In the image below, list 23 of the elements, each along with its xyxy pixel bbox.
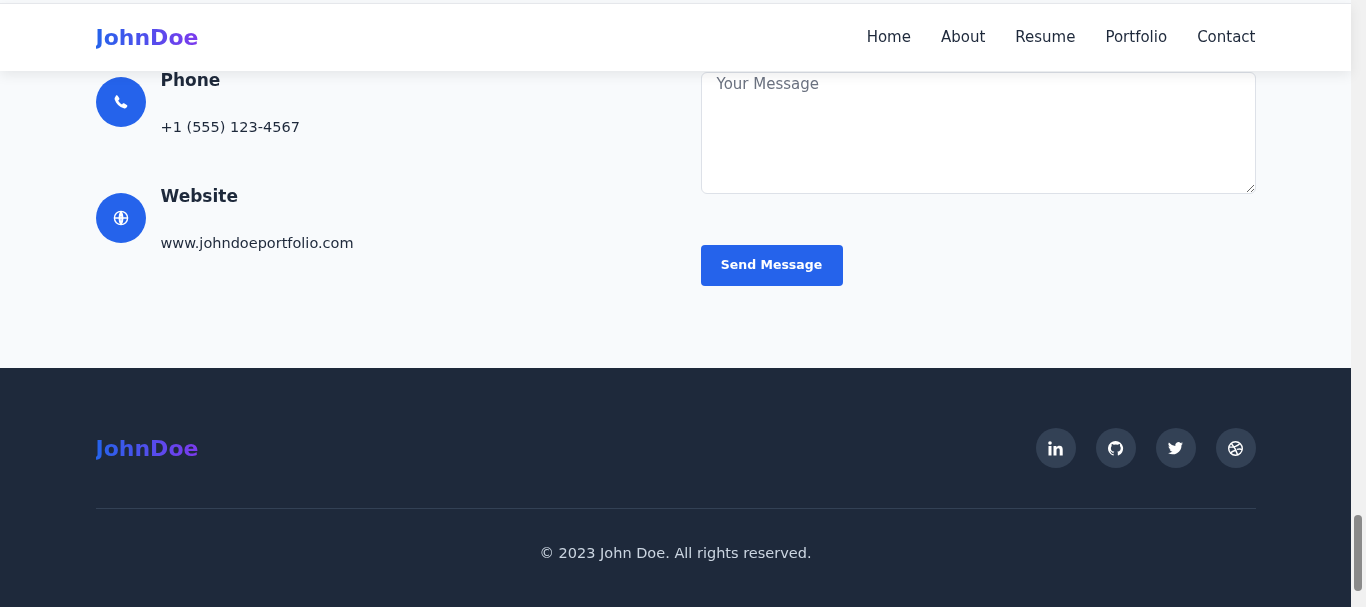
linkedin-icon: [1047, 439, 1064, 457]
nav-link[interactable]: Contact: [1197, 26, 1256, 49]
social-button[interactable]: [1215, 428, 1256, 468]
globe-icon: [111, 209, 130, 227]
github-icon: [1107, 439, 1124, 457]
contact-title: Phone: [160, 72, 222, 89]
copyright-text: © 2023 John Doe. All rights reserved.: [538, 544, 813, 563]
nav-link[interactable]: Resume: [1015, 26, 1076, 49]
contact-title: Website: [160, 188, 239, 205]
message-field[interactable]: Your Message: [700, 72, 1256, 194]
send-button[interactable]: Send Message: [700, 244, 843, 286]
nav-link[interactable]: Home: [866, 26, 911, 49]
scrollbar[interactable]: [1351, 0, 1366, 607]
nav-link[interactable]: About: [940, 26, 986, 49]
social-button[interactable]: [1155, 428, 1196, 468]
contact-value: www.johndoeportfolio.com: [160, 234, 354, 253]
social-button[interactable]: [1035, 428, 1076, 468]
contact-value: +1 (555) 123-4567: [160, 118, 300, 137]
scroll-thumb[interactable]: [1354, 515, 1362, 591]
twitter-icon: [1167, 439, 1184, 457]
dribbble-icon: [1227, 439, 1244, 457]
nav-link[interactable]: Portfolio: [1105, 26, 1168, 49]
social-button[interactable]: [1095, 428, 1136, 468]
